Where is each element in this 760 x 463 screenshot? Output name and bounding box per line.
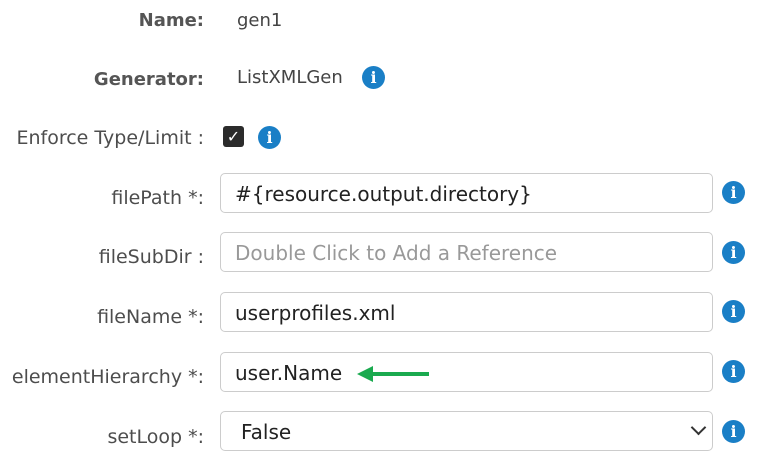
- filename-info-icon[interactable]: i: [722, 300, 745, 323]
- enforce-info-icon[interactable]: i: [258, 126, 281, 149]
- elementhierarchy-value: user.Name: [235, 361, 343, 385]
- elementhierarchy-input[interactable]: user.Name: [220, 352, 713, 392]
- generator-value: ListXMLGen: [237, 67, 343, 88]
- elementhierarchy-info-icon[interactable]: i: [722, 360, 745, 383]
- filename-input[interactable]: userprofiles.xml: [220, 292, 713, 332]
- filename-label: fileName *:: [97, 306, 204, 328]
- chevron-down-icon: [690, 419, 707, 436]
- generator-label: Generator:: [93, 69, 204, 90]
- filesubdir-label: fileSubDir :: [98, 246, 204, 268]
- arrow-left-icon: [357, 366, 429, 382]
- filepath-info-icon[interactable]: i: [722, 181, 745, 204]
- filepath-input[interactable]: #{resource.output.directory}: [220, 173, 713, 213]
- elementhierarchy-label: elementHierarchy *:: [11, 366, 204, 388]
- checkmark-icon: ✓: [226, 127, 241, 146]
- filepath-value: #{resource.output.directory}: [235, 182, 532, 206]
- setloop-info-icon[interactable]: i: [722, 420, 745, 443]
- generator-info-icon[interactable]: i: [362, 66, 385, 89]
- name-label: Name:: [138, 10, 204, 31]
- filepath-label: filePath *:: [111, 187, 204, 209]
- filesubdir-info-icon[interactable]: i: [722, 241, 745, 264]
- enforce-label: Enforce Type/Limit :: [16, 127, 204, 149]
- filesubdir-input[interactable]: Double Click to Add a Reference: [220, 232, 713, 272]
- filesubdir-placeholder: Double Click to Add a Reference: [235, 241, 558, 265]
- setloop-selected-value: False: [241, 420, 292, 444]
- filename-value: userprofiles.xml: [235, 301, 396, 325]
- name-value: gen1: [237, 10, 283, 31]
- setloop-label: setLoop *:: [107, 426, 204, 448]
- enforce-checkbox[interactable]: ✓: [223, 126, 244, 147]
- setloop-select[interactable]: False: [220, 411, 713, 451]
